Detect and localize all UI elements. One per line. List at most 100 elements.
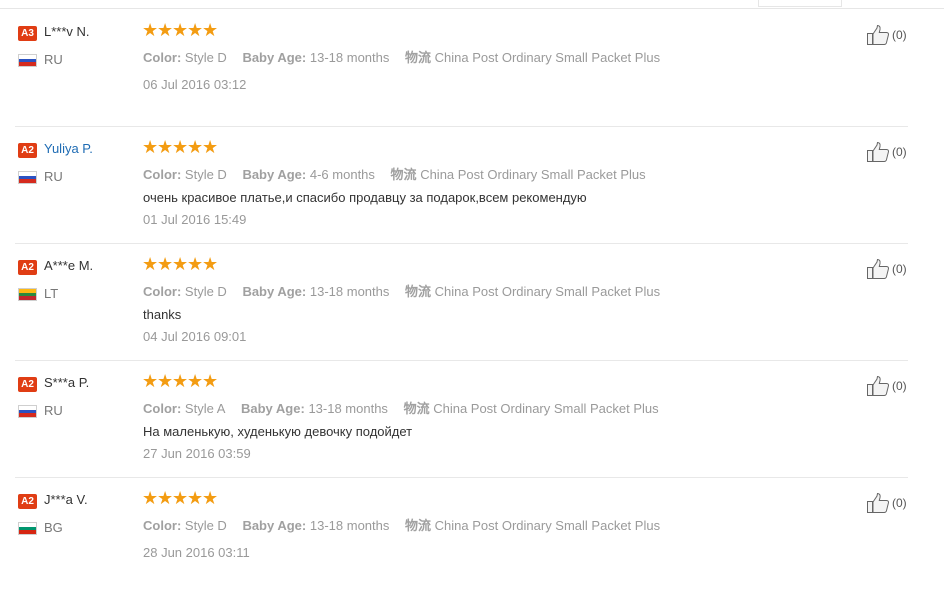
- country-flag-icon: [18, 54, 37, 67]
- buyer-country: RU: [44, 403, 63, 418]
- review-date: 01 Jul 2016 15:49: [143, 212, 247, 227]
- helpful-count: (0): [892, 379, 907, 393]
- thumbs-up-icon: [867, 492, 889, 513]
- baby-age-value: 13-18 months: [308, 401, 388, 416]
- pagination-control[interactable]: [758, 0, 842, 7]
- star-rating: ★★★★★: [142, 254, 219, 275]
- review-date: 04 Jul 2016 09:01: [143, 329, 247, 344]
- buyer-country: LT: [44, 286, 59, 301]
- shipping-value: China Post Ordinary Small Packet Plus: [434, 518, 661, 533]
- star-icon: ★: [172, 254, 189, 274]
- shipping-label: 物流: [405, 284, 432, 299]
- review-item: A2 Yuliya P. RU ★★★★★ Color: Style D Bab…: [15, 126, 908, 244]
- baby-age-value: 13-18 months: [309, 50, 390, 65]
- star-icon: ★: [187, 137, 204, 157]
- buyer-level-badge: A2: [18, 377, 37, 392]
- color-value: Style D: [184, 284, 227, 299]
- star-rating: ★★★★★: [142, 488, 219, 509]
- order-attributes: Color: Style D Baby Age: 13-18 months 物流…: [143, 281, 672, 300]
- star-icon: ★: [142, 137, 159, 157]
- color-label: Color:: [143, 284, 182, 299]
- shipping-value: China Post Ordinary Small Packet Plus: [434, 284, 661, 299]
- buyer-name: S***a P.: [44, 375, 90, 390]
- review-comment: На маленькую, худенькую девочку подойдет: [143, 424, 413, 439]
- shipping-value: China Post Ordinary Small Packet Plus: [420, 167, 646, 182]
- star-icon: ★: [157, 137, 174, 157]
- star-icon: ★: [172, 371, 189, 391]
- star-rating: ★★★★★: [142, 20, 219, 41]
- buyer-name: L***v N.: [44, 24, 90, 39]
- country-flag-icon: [18, 171, 37, 184]
- star-icon: ★: [202, 488, 219, 508]
- buyer-country: RU: [44, 52, 63, 67]
- star-icon: ★: [142, 254, 159, 274]
- color-label: Color:: [143, 401, 182, 416]
- helpful-button[interactable]: (0): [866, 141, 907, 163]
- star-icon: ★: [187, 488, 204, 508]
- star-icon: ★: [157, 254, 174, 274]
- star-rating: ★★★★★: [142, 371, 218, 392]
- color-value: Style D: [184, 167, 227, 182]
- star-icon: ★: [187, 254, 204, 274]
- star-icon: ★: [172, 137, 189, 157]
- baby-age-label: Baby Age:: [242, 284, 307, 299]
- color-value: Style A: [184, 401, 226, 416]
- buyer-country: RU: [44, 169, 63, 184]
- review-comment: очень красивое платье,и спасибо продавцу…: [143, 190, 587, 205]
- order-attributes: Color: Style A Baby Age: 13-18 months 物流…: [143, 398, 671, 417]
- country-flag-icon: [18, 288, 37, 301]
- star-icon: ★: [142, 371, 159, 391]
- shipping-value: China Post Ordinary Small Packet Plus: [434, 50, 661, 65]
- helpful-count: (0): [892, 28, 907, 42]
- star-icon: ★: [202, 137, 219, 157]
- helpful-count: (0): [892, 262, 907, 276]
- star-rating: ★★★★★: [142, 137, 219, 158]
- review-comment: thanks: [143, 307, 182, 322]
- baby-age-label: Baby Age:: [241, 401, 305, 416]
- helpful-count: (0): [892, 145, 907, 159]
- baby-age-value: 13-18 months: [309, 284, 390, 299]
- baby-age-value: 4-6 months: [309, 167, 375, 182]
- star-icon: ★: [202, 20, 219, 40]
- helpful-button[interactable]: (0): [866, 375, 907, 397]
- country-flag-icon: [18, 405, 37, 418]
- review-item: A3 L***v N. RU ★★★★★ Color: Style D Baby…: [15, 9, 908, 127]
- thumbs-up-icon: [867, 375, 889, 396]
- helpful-button[interactable]: (0): [866, 492, 907, 514]
- thumbs-up-icon: [867, 141, 889, 162]
- star-icon: ★: [157, 488, 174, 508]
- review-date: 27 Jun 2016 03:59: [143, 446, 251, 461]
- order-attributes: Color: Style D Baby Age: 13-18 months 物流…: [143, 47, 672, 66]
- color-label: Color:: [143, 50, 182, 65]
- buyer-level-badge: A2: [18, 260, 37, 275]
- helpful-button[interactable]: (0): [866, 258, 907, 280]
- star-icon: ★: [172, 20, 189, 40]
- helpful-count: (0): [892, 496, 907, 510]
- star-icon: ★: [157, 371, 174, 391]
- helpful-button[interactable]: (0): [866, 24, 907, 46]
- star-icon: ★: [157, 20, 174, 40]
- shipping-label: 物流: [405, 50, 432, 65]
- review-item: A2 A***e M. LT ★★★★★ Color: Style D Baby…: [15, 243, 908, 361]
- buyer-name: J***a V.: [44, 492, 88, 507]
- color-value: Style D: [184, 518, 227, 533]
- buyer-name[interactable]: Yuliya P.: [44, 141, 93, 156]
- buyer-name: A***e M.: [44, 258, 94, 273]
- order-attributes: Color: Style D Baby Age: 4-6 months 物流 C…: [143, 164, 658, 183]
- star-icon: ★: [187, 20, 204, 40]
- review-date: 06 Jul 2016 03:12: [143, 77, 247, 92]
- baby-age-label: Baby Age:: [242, 50, 307, 65]
- review-item: A2 S***a P. RU ★★★★★ Color: Style A Baby…: [15, 360, 908, 478]
- thumbs-up-icon: [867, 258, 889, 279]
- buyer-country: BG: [44, 520, 63, 535]
- buyer-level-badge: A2: [18, 494, 37, 509]
- country-flag-icon: [18, 522, 37, 535]
- color-label: Color:: [143, 518, 182, 533]
- baby-age-label: Baby Age:: [242, 518, 307, 533]
- star-icon: ★: [142, 20, 159, 40]
- buyer-level-badge: A3: [18, 26, 37, 41]
- review-date: 28 Jun 2016 03:11: [143, 545, 250, 560]
- star-icon: ★: [202, 254, 219, 274]
- color-label: Color:: [143, 167, 182, 182]
- shipping-value: China Post Ordinary Small Packet Plus: [433, 401, 659, 416]
